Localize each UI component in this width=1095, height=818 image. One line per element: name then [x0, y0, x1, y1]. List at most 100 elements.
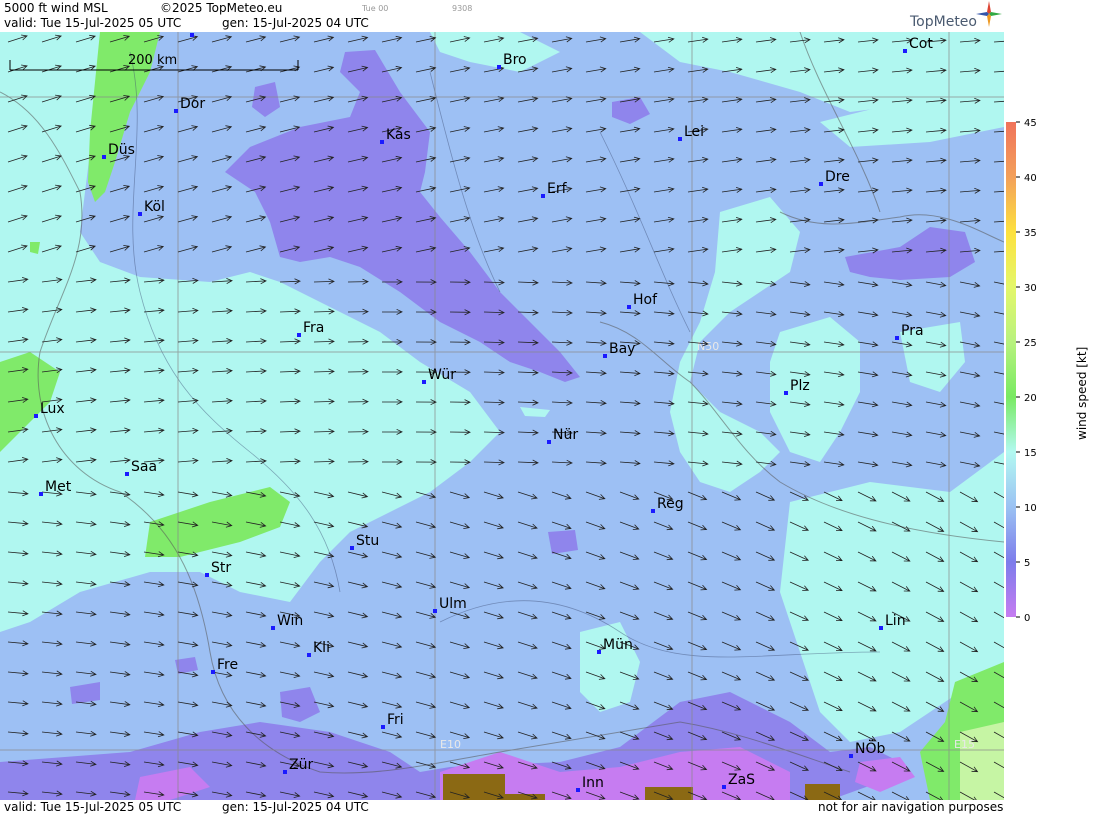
city-marker-icon	[903, 49, 907, 53]
city-marker-icon	[651, 509, 655, 513]
city-label: Pra	[901, 323, 924, 339]
city-label: Plz	[790, 378, 810, 394]
city-label: Kli	[313, 640, 330, 656]
run-label: Tue 00	[362, 4, 389, 13]
city-label: Cot	[909, 36, 933, 52]
city-label: Ulm	[439, 596, 467, 612]
copyright: ©2025 TopMeteo.eu	[160, 1, 283, 15]
city-label: Stu	[356, 533, 379, 549]
legend-canvas: 45 40 35 30 25 20 15 10 5 0 wind speed [kt]	[1006, 118, 1089, 624]
city-label: Köl	[144, 199, 165, 215]
city-marker-icon	[576, 788, 580, 792]
city-NÖb[interactable]: NÖb	[849, 739, 885, 758]
city-marker-icon	[174, 109, 178, 113]
city-marker-icon	[849, 754, 853, 758]
legend-tick-label: 0	[1024, 613, 1030, 624]
city-marker-icon	[603, 354, 607, 358]
city-marker-icon	[211, 670, 215, 674]
generated-time: gen: 15-Jul-2025 04 UTC	[222, 16, 369, 30]
legend-ticks: 45 40 35 30 25 20 15 10 5 0	[1016, 118, 1037, 624]
city-label: Mün	[603, 637, 633, 653]
city-label: Düs	[108, 142, 135, 158]
grid-label-e10: E10	[440, 738, 461, 751]
city-marker-icon	[819, 182, 823, 186]
city-marker-icon	[190, 33, 194, 37]
legend-tick-label: 45	[1024, 118, 1037, 129]
city-marker-icon	[39, 492, 43, 496]
legend-tick-label: 40	[1024, 173, 1037, 184]
city-Ulm[interactable]: Ulm	[433, 596, 467, 613]
legend-tick-label: 25	[1024, 338, 1037, 349]
footer-generated-time: gen: 15-Jul-2025 04 UTC	[222, 800, 369, 814]
city-marker-icon	[541, 194, 545, 198]
legend-segment	[1006, 232, 1016, 287]
city-label: Erf	[547, 181, 568, 197]
city-label: Lei	[684, 124, 704, 140]
city-label: Str	[211, 560, 231, 576]
city-marker-icon	[433, 609, 437, 613]
city-label: Zür	[289, 757, 313, 773]
city-München[interactable]: Mün	[597, 637, 633, 654]
footer-bar: valid: Tue 15-Jul-2025 05 UTC gen: 15-Ju…	[0, 800, 1004, 814]
city-label: Dre	[825, 169, 850, 185]
footer-disclaimer: not for air navigation purposes	[818, 800, 1004, 814]
city-label: Saa	[131, 459, 157, 475]
city-label: Bro	[503, 52, 527, 68]
city-marker-icon	[102, 155, 106, 159]
city-marker-icon	[678, 137, 682, 141]
city-marker-icon	[597, 650, 601, 654]
legend-title: wind speed [kt]	[1075, 347, 1089, 440]
city-label: Dor	[180, 96, 205, 112]
city-label: Lux	[40, 401, 65, 417]
legend-tick-label: 15	[1024, 448, 1037, 459]
city-label: Met	[45, 479, 72, 495]
legend: 45 40 35 30 25 20 15 10 5 0 wind speed [kt]	[1004, 0, 1095, 814]
legend-tick-label: 20	[1024, 393, 1037, 404]
legend-color-bar	[1006, 122, 1016, 617]
city-Würz[interactable]: Wür	[422, 367, 456, 384]
city-label: Mün	[196, 32, 226, 36]
city-label: Wür	[428, 367, 456, 383]
legend-tick-label: 10	[1024, 503, 1037, 514]
legend-segment	[1006, 397, 1016, 452]
header-bar: 5000 ft wind MSL ©2025 TopMeteo.eu Tue 0…	[0, 0, 1004, 32]
city-marker-icon	[283, 770, 287, 774]
city-label: Inn	[582, 775, 604, 791]
city-marker-icon	[307, 653, 311, 657]
city-label: Fri	[387, 712, 404, 728]
footer-valid-time: valid: Tue 15-Jul-2025 05 UTC	[4, 800, 182, 814]
legend-segment	[1006, 287, 1016, 342]
legend-segment	[1006, 452, 1016, 507]
logo-text: TopMeteo	[910, 14, 977, 30]
city-label: Fra	[303, 320, 324, 336]
city-marker-icon	[205, 573, 209, 577]
city-marker-icon	[895, 336, 899, 340]
city-label: Fre	[217, 657, 238, 673]
city-marker-icon	[380, 140, 384, 144]
legend-segment	[1006, 342, 1016, 397]
city-marker-icon	[627, 305, 631, 309]
legend-segment	[1006, 507, 1016, 562]
city-marker-icon	[879, 626, 883, 630]
city-marker-icon	[497, 65, 501, 69]
city-label: ZaS	[728, 772, 755, 788]
city-marker-icon	[381, 725, 385, 729]
legend-segment	[1006, 122, 1016, 177]
city-marker-icon	[125, 472, 129, 476]
legend-tick-label: 30	[1024, 283, 1037, 294]
grid-label-e15: E15	[954, 738, 975, 751]
city-label: NÖb	[855, 739, 885, 757]
grid-label-n50: N50	[697, 340, 719, 353]
legend-tick-label: 35	[1024, 228, 1037, 239]
product-title: 5000 ft wind MSL	[4, 1, 108, 15]
city-marker-icon	[350, 546, 354, 550]
city-label: Kas	[386, 127, 411, 143]
city-label: Reg	[657, 496, 684, 512]
city-marker-icon	[784, 391, 788, 395]
wind-map-canvas[interactable]: N50 E10 E15 200 km Mün Bro Cot Dor Kas Lei Düs…	[0, 32, 1004, 800]
legend-tick-label: 5	[1024, 558, 1030, 569]
legend-segment	[1006, 177, 1016, 232]
city-label: Nür	[553, 427, 578, 443]
wind-map[interactable]: N50 E10 E15 200 km Mün Bro Cot Dor Kas Lei Düs…	[0, 32, 1004, 800]
city-marker-icon	[547, 440, 551, 444]
